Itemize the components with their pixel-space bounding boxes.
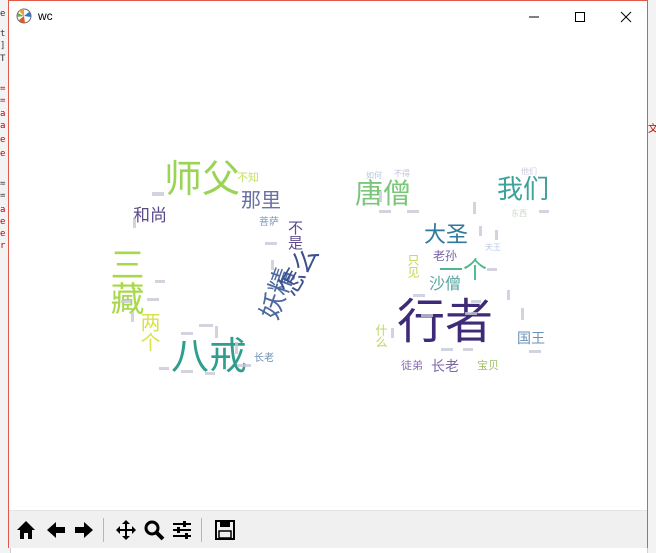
sliders-icon	[173, 521, 191, 539]
editor-fragment: a	[0, 109, 6, 119]
arrow-right-icon	[75, 522, 93, 538]
editor-fragment: e	[0, 229, 6, 239]
toolbar-separator	[103, 518, 104, 542]
home-button[interactable]	[12, 516, 40, 544]
figure-canvas[interactable]: 师父 八戒 三藏 妖精 怎么 那里 和尚 不知 两个 不是 菩萨 长老 行者 唐…	[9, 32, 647, 510]
pan-button[interactable]	[112, 516, 140, 544]
wordcloud-filler	[121, 192, 549, 375]
editor-fragment: a	[0, 121, 6, 131]
zoom-button[interactable]	[140, 516, 168, 544]
window-title: wc	[38, 9, 53, 23]
maximize-button[interactable]	[557, 1, 603, 32]
editor-fragment: 文	[648, 120, 656, 135]
editor-fragment: r	[0, 241, 6, 251]
figure-window: wc 师父 八戒 三藏 妖精 怎么 那里 和尚 不知 两个 不是 菩萨 长老 行…	[8, 0, 648, 548]
forward-button[interactable]	[70, 516, 98, 544]
configure-subplots-button[interactable]	[168, 516, 196, 544]
editor-fragment: e	[0, 9, 6, 19]
arrow-left-icon	[47, 522, 65, 538]
minimize-button[interactable]	[511, 1, 557, 32]
editor-fragment: e	[0, 149, 6, 159]
editor-fragment: a	[0, 205, 6, 215]
matplotlib-icon	[16, 8, 32, 24]
editor-fragment: e	[0, 135, 6, 145]
editor-fragment: =	[0, 179, 6, 189]
background-editor-strip-right: 文	[647, 0, 656, 553]
home-icon	[17, 521, 35, 539]
navigation-toolbar	[9, 510, 647, 548]
editor-fragment: =	[0, 191, 6, 201]
move-icon	[116, 520, 136, 540]
back-button[interactable]	[42, 516, 70, 544]
editor-fragment: e	[0, 217, 6, 227]
save-button[interactable]	[211, 516, 239, 544]
floppy-disk-icon	[215, 520, 235, 540]
close-button[interactable]	[603, 1, 649, 32]
editor-fragment: =	[0, 96, 6, 106]
close-icon	[620, 11, 632, 22]
title-bar[interactable]: wc	[9, 1, 647, 32]
editor-fragment: =	[0, 84, 6, 94]
toolbar-separator	[201, 518, 202, 542]
editor-fragment: ]	[0, 41, 6, 51]
editor-fragment: t	[0, 29, 6, 39]
magnifier-icon	[144, 520, 165, 541]
maximize-icon	[575, 11, 585, 22]
editor-fragment: T	[0, 54, 6, 64]
minimize-icon	[529, 16, 539, 17]
